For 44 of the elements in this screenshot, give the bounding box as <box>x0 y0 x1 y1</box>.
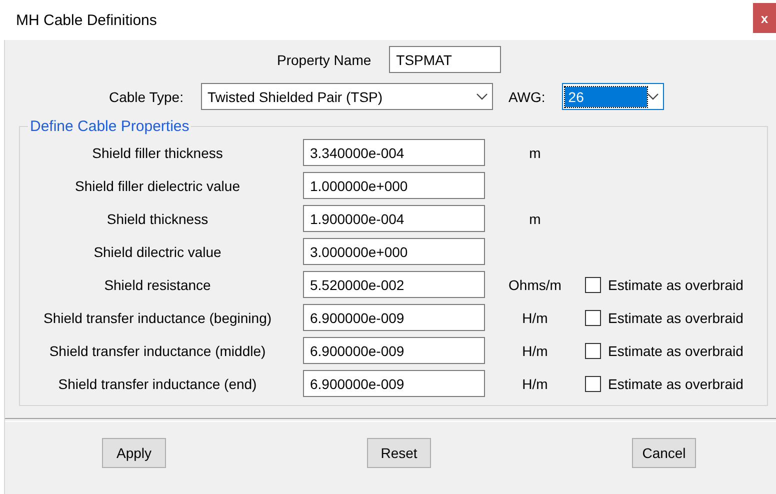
unit-label: Ohms/m <box>508 276 562 292</box>
checkbox-label: Estimate as overbraid <box>608 376 744 392</box>
checkbox[interactable] <box>585 342 601 358</box>
property-label: Shield transfer inductance (middle) <box>48 342 267 358</box>
property-label: Shield filler thickness <box>91 144 224 160</box>
checkbox[interactable] <box>585 276 601 292</box>
unit-label: H/m <box>522 310 548 326</box>
property-value-field[interactable]: 3.000000e+000 <box>303 238 485 265</box>
close-button[interactable]: x <box>753 3 776 33</box>
property-label: Shield filler dielectric value <box>74 178 241 194</box>
checkbox-label: Estimate as overbraid <box>608 310 744 326</box>
unit-label: H/m <box>522 376 548 392</box>
property-label: Shield transfer inductance (end) <box>57 376 258 392</box>
property-value-field[interactable]: 6.900000e-009 <box>303 370 485 397</box>
property-label: Shield dilectric value <box>92 244 222 260</box>
checkbox[interactable] <box>585 376 601 392</box>
cancel-button[interactable]: Cancel <box>632 438 696 468</box>
chevron-down-icon <box>476 92 488 100</box>
property-value-field[interactable]: 1.900000e-004 <box>303 205 485 232</box>
checkbox[interactable] <box>585 310 601 326</box>
property-value-field[interactable]: 6.900000e-009 <box>303 304 485 331</box>
awg-dropdown[interactable]: 26 <box>562 83 664 110</box>
window-title: MH Cable Definitions <box>16 12 157 28</box>
property-label: Shield resistance <box>103 276 212 292</box>
apply-button[interactable]: Apply <box>102 438 166 468</box>
property-value-field[interactable]: 3.340000e-004 <box>303 139 485 166</box>
property-value-field[interactable]: 6.900000e-009 <box>303 337 485 364</box>
unit-label: H/m <box>522 342 548 358</box>
chevron-down-icon <box>647 92 660 100</box>
reset-button[interactable]: Reset <box>367 438 431 468</box>
checkbox-label: Estimate as overbraid <box>608 342 744 358</box>
unit-label: m <box>529 210 541 226</box>
cable-type-dropdown[interactable]: Twisted Shielded Pair (TSP) <box>201 83 494 110</box>
checkbox-label: Estimate as overbraid <box>608 276 744 292</box>
cable-type-label: Cable Type: <box>109 88 184 104</box>
group-title: Define Cable Properties <box>29 118 190 135</box>
property-value-field[interactable]: 1.000000e+000 <box>303 172 485 199</box>
property-label: Shield thickness <box>106 210 210 226</box>
property-name-field[interactable]: TSPMAT <box>389 46 502 73</box>
property-name-label: Property Name <box>277 52 372 68</box>
unit-label: m <box>529 144 541 160</box>
property-label: Shield transfer inductance (begining) <box>42 310 273 326</box>
awg-label: AWG: <box>508 88 546 104</box>
property-value-field[interactable]: 5.520000e-002 <box>303 271 485 298</box>
